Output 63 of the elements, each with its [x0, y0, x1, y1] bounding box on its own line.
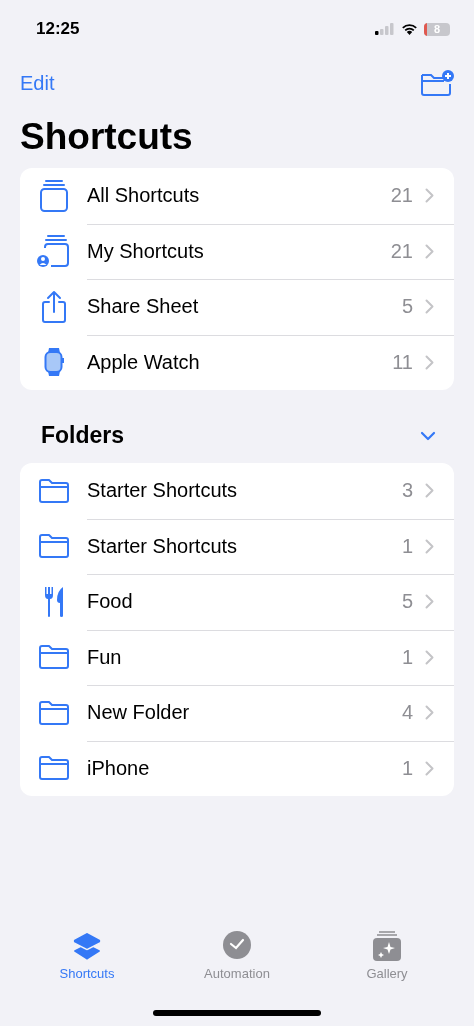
chevron-right-icon: [425, 649, 434, 665]
list-item[interactable]: My Shortcuts 21: [20, 223, 454, 279]
list-item[interactable]: Starter Shortcuts 3: [20, 463, 454, 519]
item-label: Food: [87, 590, 134, 614]
folder-icon: [37, 699, 70, 726]
folder-icon: [37, 644, 70, 671]
signal-icon: [375, 23, 395, 35]
item-label: Starter Shortcuts: [87, 534, 239, 558]
item-count: 1: [401, 756, 413, 780]
edit-button[interactable]: Edit: [20, 71, 55, 95]
item-label: My Shortcuts: [87, 239, 205, 263]
item-label: All Shortcuts: [87, 184, 201, 208]
chevron-right-icon: [425, 243, 434, 259]
gallery-icon: [371, 930, 403, 962]
item-count: 11: [392, 350, 413, 374]
list-item[interactable]: Fun 1: [20, 629, 454, 685]
item-count: 1: [401, 645, 413, 669]
tab[interactable]: Shortcuts: [27, 929, 147, 982]
chevron-right-icon: [425, 299, 434, 315]
new-folder-icon[interactable]: [420, 69, 454, 97]
wifi-icon: [401, 23, 418, 35]
item-count: 4: [401, 701, 413, 725]
folder-icon: [37, 533, 70, 560]
list-item[interactable]: Share Sheet 5: [20, 279, 454, 335]
list-item[interactable]: Apple Watch 11: [20, 334, 454, 390]
chevron-right-icon: [425, 760, 434, 776]
item-label: iPhone: [87, 756, 151, 780]
item-count: 1: [401, 534, 413, 558]
layers-icon: [71, 930, 103, 962]
list-item[interactable]: New Folder 4: [20, 685, 454, 741]
item-label: Apple Watch: [87, 350, 201, 374]
item-label: Fun: [87, 645, 123, 669]
person-stack-icon: [36, 234, 71, 269]
item-count: 21: [390, 184, 413, 208]
fork-knife-icon: [42, 585, 65, 618]
list-item[interactable]: Food 5: [20, 574, 454, 630]
chevron-right-icon: [425, 483, 434, 499]
section-header: Folders: [41, 422, 125, 449]
stack-icon: [37, 178, 70, 213]
chevron-right-icon: [425, 538, 434, 554]
page-title: Shortcuts: [19, 115, 194, 159]
chevron-right-icon: [425, 188, 434, 204]
list-item[interactable]: iPhone 1: [20, 740, 454, 796]
chevron-icon[interactable]: [420, 430, 436, 441]
item-label: New Folder: [87, 701, 191, 725]
item-label: Starter Shortcuts: [87, 479, 239, 503]
item-label: Share Sheet: [87, 295, 200, 319]
folder-icon: [37, 755, 70, 782]
clock-check-icon: [221, 930, 253, 962]
item-count: 21: [390, 239, 413, 263]
list-item[interactable]: All Shortcuts 21: [20, 168, 454, 224]
status-time: 12:25: [36, 19, 80, 39]
chevron-right-icon: [425, 705, 434, 721]
item-count: 3: [401, 479, 413, 503]
battery-icon: 8: [424, 22, 450, 36]
share-icon: [40, 289, 67, 324]
item-count: 5: [401, 295, 413, 319]
list-item[interactable]: Starter Shortcuts 1: [20, 518, 454, 574]
chevron-right-icon: [425, 354, 434, 370]
item-count: 5: [401, 590, 413, 614]
watch-icon: [43, 346, 64, 379]
folder-icon: [37, 477, 70, 504]
chevron-right-icon: [425, 594, 434, 610]
